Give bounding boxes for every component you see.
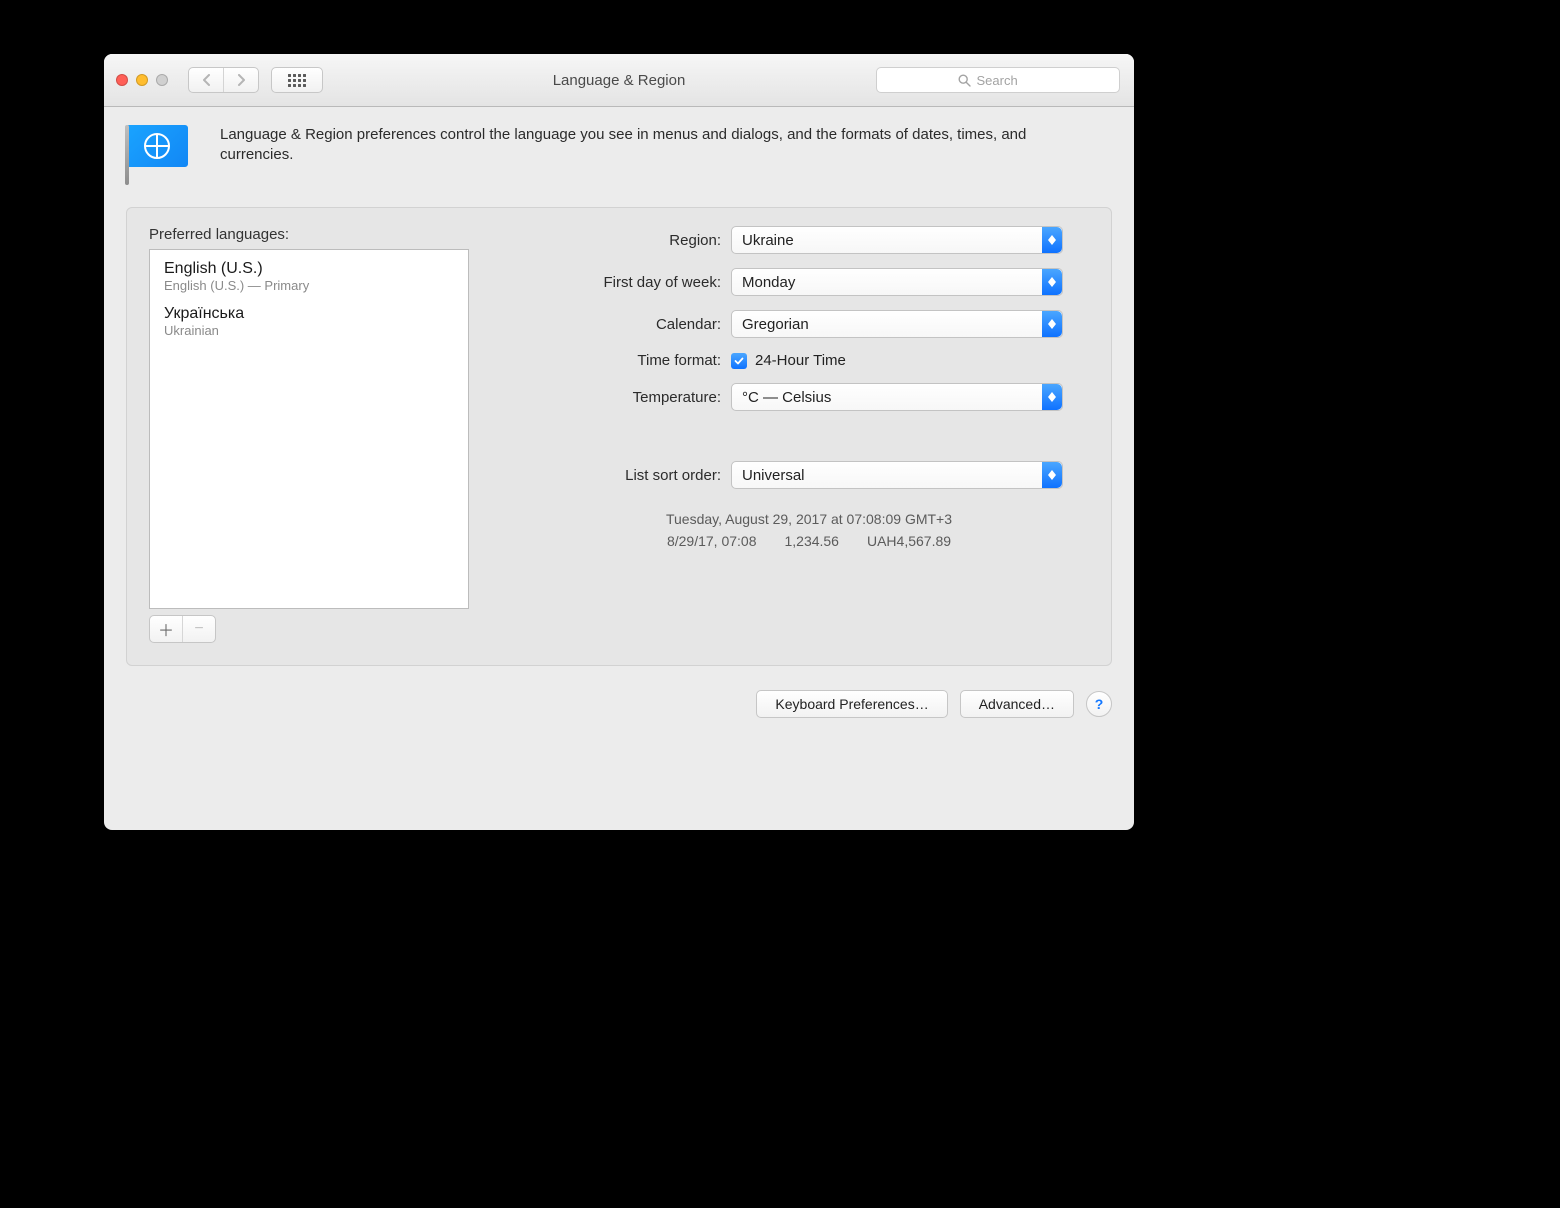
globe-icon — [144, 133, 170, 159]
temperature-value: °C — Celsius — [732, 389, 1042, 406]
popup-stepper-icon — [1042, 462, 1062, 488]
24-hour-time-checkbox[interactable] — [731, 353, 747, 369]
list-sort-order-label: List sort order: — [529, 467, 721, 484]
first-day-label: First day of week: — [529, 274, 721, 291]
language-name: English (U.S.) — [164, 260, 454, 278]
intro-row: Language & Region preferences control th… — [126, 125, 1112, 185]
list-item[interactable]: Українська Ukrainian — [164, 301, 454, 346]
window-controls — [116, 74, 168, 86]
language-name: Українська — [164, 305, 454, 323]
region-popup[interactable]: Ukraine — [731, 226, 1063, 254]
keyboard-preferences-button[interactable]: Keyboard Preferences… — [756, 690, 947, 718]
format-preview: Tuesday, August 29, 2017 at 07:08:09 GMT… — [529, 509, 1089, 552]
help-button[interactable]: ? — [1086, 691, 1112, 717]
titlebar: Language & Region — [104, 54, 1134, 107]
calendar-popup[interactable]: Gregorian — [731, 310, 1063, 338]
settings-panel: Preferred languages: English (U.S.) Engl… — [126, 207, 1112, 666]
show-all-prefs-button[interactable] — [271, 67, 323, 93]
temperature-popup[interactable]: °C — Celsius — [731, 383, 1063, 411]
checkmark-icon — [734, 356, 744, 366]
minus-icon: − — [194, 620, 203, 638]
popup-stepper-icon — [1042, 227, 1062, 253]
language-region-icon — [126, 125, 198, 185]
24-hour-time-label[interactable]: 24-Hour Time — [755, 352, 846, 369]
minimize-window-button[interactable] — [136, 74, 148, 86]
region-label: Region: — [529, 232, 721, 249]
nav-back-button[interactable] — [189, 68, 223, 92]
list-item[interactable]: English (U.S.) English (U.S.) — Primary — [164, 256, 454, 301]
nav-back-forward — [188, 67, 259, 93]
format-preview-line-2: 8/29/17, 07:08 1,234.56 UAH4,567.89 — [529, 531, 1089, 553]
calendar-label: Calendar: — [529, 316, 721, 333]
search-input[interactable] — [975, 72, 1039, 89]
list-sort-order-popup[interactable]: Universal — [731, 461, 1063, 489]
region-value: Ukraine — [732, 232, 1042, 249]
grid-icon — [288, 74, 306, 87]
zoom-window-button[interactable] — [156, 74, 168, 86]
format-preview-line-1: Tuesday, August 29, 2017 at 07:08:09 GMT… — [529, 509, 1089, 531]
time-format-label: Time format: — [529, 352, 721, 369]
popup-stepper-icon — [1042, 311, 1062, 337]
list-sort-order-value: Universal — [732, 467, 1042, 484]
first-day-value: Monday — [732, 274, 1042, 291]
plus-icon: ＋ — [158, 617, 174, 641]
footer-buttons: Keyboard Preferences… Advanced… ? — [126, 690, 1112, 718]
region-settings-form: Region: Ukraine First day of week: — [529, 226, 1089, 643]
preferences-window: Language & Region Language & Region pref… — [104, 54, 1134, 830]
chevron-left-icon — [202, 74, 211, 86]
search-field[interactable] — [876, 67, 1120, 93]
first-day-popup[interactable]: Monday — [731, 268, 1063, 296]
popup-stepper-icon — [1042, 384, 1062, 410]
advanced-button[interactable]: Advanced… — [960, 690, 1074, 718]
preferred-languages-list[interactable]: English (U.S.) English (U.S.) — Primary … — [149, 249, 469, 609]
content-area: Language & Region preferences control th… — [104, 107, 1134, 732]
add-remove-controls: ＋ − — [149, 615, 216, 643]
add-language-button[interactable]: ＋ — [150, 616, 182, 642]
preferred-languages-heading: Preferred languages: — [149, 226, 469, 243]
calendar-value: Gregorian — [732, 316, 1042, 333]
intro-text: Language & Region preferences control th… — [220, 125, 1030, 166]
language-subtitle: Ukrainian — [164, 323, 454, 338]
temperature-label: Temperature: — [529, 389, 721, 406]
language-subtitle: English (U.S.) — Primary — [164, 278, 454, 293]
nav-forward-button[interactable] — [223, 68, 258, 92]
preferred-languages-section: Preferred languages: English (U.S.) Engl… — [149, 226, 469, 643]
search-icon — [958, 74, 971, 87]
question-mark-icon: ? — [1095, 696, 1104, 712]
remove-language-button[interactable]: − — [182, 616, 215, 642]
close-window-button[interactable] — [116, 74, 128, 86]
popup-stepper-icon — [1042, 269, 1062, 295]
chevron-right-icon — [237, 74, 246, 86]
